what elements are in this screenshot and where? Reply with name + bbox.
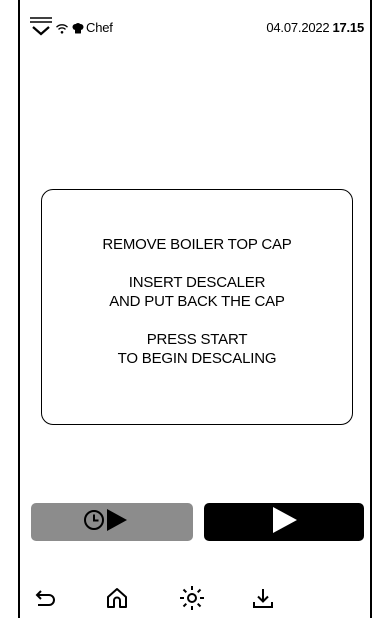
date-text: 04.07.2022	[266, 20, 330, 35]
user-label: Chef	[86, 20, 113, 35]
message-line-2: INSERT DESCALER	[128, 274, 266, 291]
message-card: REMOVE BOILER TOP CAP INSERT DESCALER AN…	[41, 189, 353, 425]
home-button[interactable]	[103, 586, 131, 614]
download-icon	[252, 587, 274, 614]
back-button[interactable]	[32, 586, 60, 614]
frame-left-border	[18, 0, 20, 618]
delayed-start-button[interactable]	[31, 503, 193, 541]
message-line-5: TO BEGIN DESCALING	[117, 350, 277, 367]
wifi-icon	[56, 21, 68, 34]
message-line-4: PRESS START	[146, 331, 248, 348]
play-icon	[269, 506, 299, 539]
status-bar: Chef 04.07.2022 17.15	[20, 0, 370, 40]
back-icon	[34, 587, 58, 614]
menu-icon[interactable]	[30, 17, 52, 37]
home-icon	[105, 586, 129, 615]
light-icon	[179, 585, 205, 616]
message-line-3: AND PUT BACK THE CAP	[109, 293, 285, 310]
date-time: 04.07.2022 17.15	[266, 21, 364, 35]
message-line-1: REMOVE BOILER TOP CAP	[102, 236, 292, 253]
time-text: 17.15	[332, 20, 364, 35]
frame-right-border	[370, 0, 372, 618]
chef-hat-icon	[72, 21, 84, 34]
message-content: REMOVE BOILER TOP CAP INSERT DESCALER AN…	[42, 235, 352, 368]
light-button[interactable]	[178, 585, 206, 616]
bottom-nav	[20, 580, 370, 618]
start-button[interactable]	[204, 503, 364, 541]
download-button[interactable]	[249, 586, 277, 614]
clock-play-icon	[82, 507, 142, 538]
